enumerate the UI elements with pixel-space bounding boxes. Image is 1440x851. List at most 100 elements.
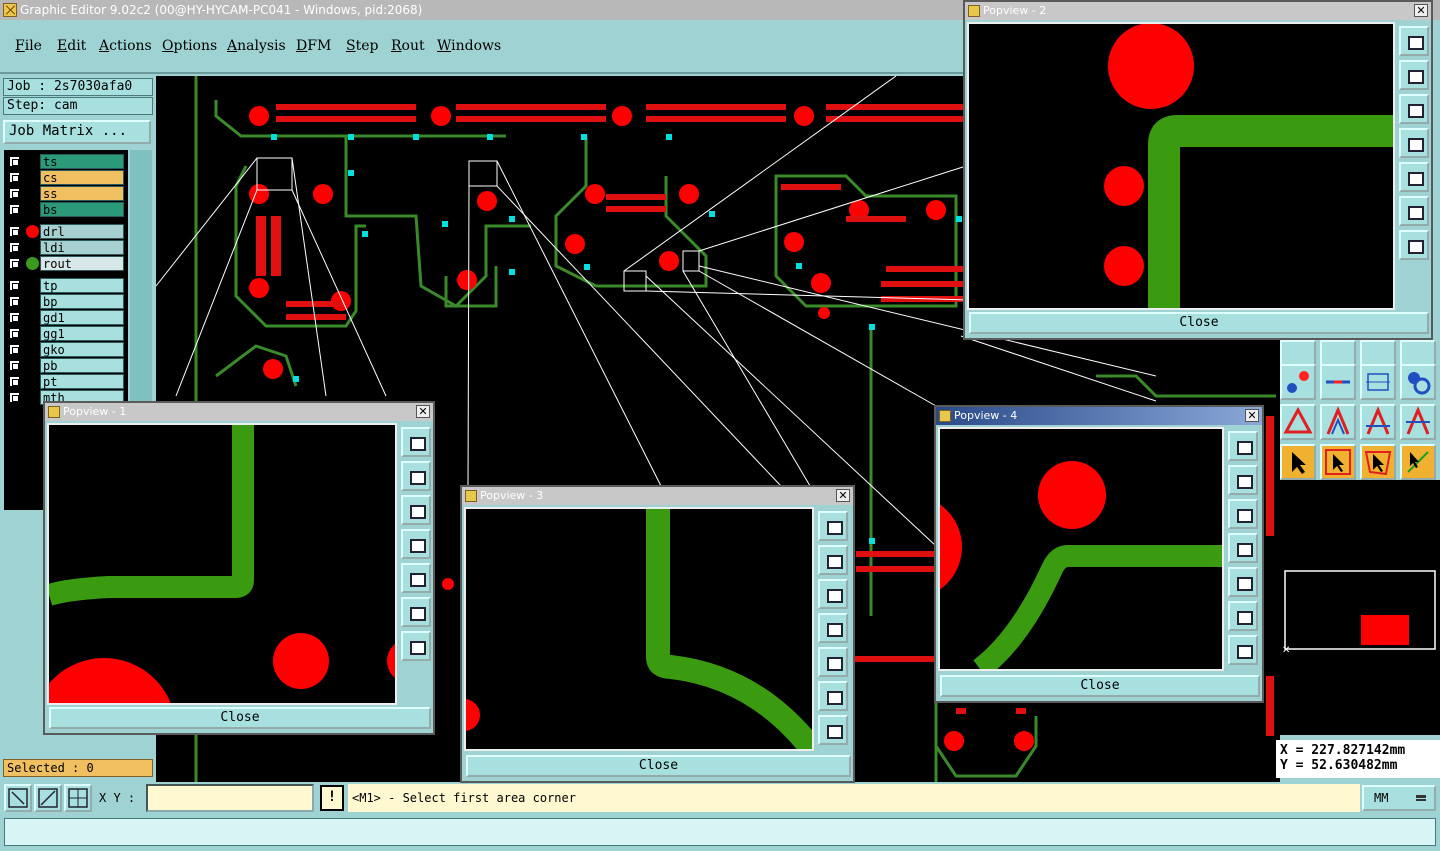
layer-checkbox[interactable] bbox=[9, 328, 20, 339]
popview-1-close-button[interactable]: Close bbox=[49, 707, 431, 729]
zoom-out-button[interactable] bbox=[401, 631, 431, 661]
tool-cross-button[interactable] bbox=[1400, 404, 1436, 440]
menu-actions[interactable]: Actions bbox=[99, 38, 152, 54]
layer-name[interactable]: ss bbox=[40, 186, 124, 201]
job-matrix-button[interactable]: Job Matrix ... bbox=[3, 120, 151, 144]
close-icon[interactable]: ✕ bbox=[836, 489, 850, 502]
layer-name[interactable]: gg1 bbox=[40, 326, 124, 341]
popview-2-close-button[interactable]: Close bbox=[969, 312, 1429, 334]
pan-down-button[interactable] bbox=[1228, 499, 1258, 529]
zoom-fit-button[interactable] bbox=[4, 784, 32, 812]
pan-down-button[interactable] bbox=[818, 579, 848, 609]
layer-name[interactable]: pb bbox=[40, 358, 124, 373]
tool-select-button[interactable] bbox=[1280, 444, 1316, 480]
tool-bridge-button[interactable] bbox=[1360, 404, 1396, 440]
tool-select-net-button[interactable] bbox=[1400, 444, 1436, 480]
pan-right-button[interactable] bbox=[401, 563, 431, 593]
layer-checkbox[interactable] bbox=[9, 258, 20, 269]
layer-row-cs[interactable]: cs bbox=[4, 170, 126, 185]
layer-name[interactable]: bp bbox=[40, 294, 124, 309]
tool-select-box-button[interactable] bbox=[1320, 444, 1356, 480]
popview-3-view[interactable] bbox=[464, 507, 814, 751]
layer-row-gg1[interactable]: gg1 bbox=[4, 326, 126, 341]
zoom-out-button[interactable] bbox=[818, 715, 848, 745]
layer-name[interactable]: bs bbox=[40, 202, 124, 217]
zoom-home-button[interactable] bbox=[818, 511, 848, 541]
tool-pad-button[interactable] bbox=[1280, 364, 1316, 400]
xy-input[interactable] bbox=[146, 784, 314, 812]
menu-edit[interactable]: Edit bbox=[57, 38, 86, 54]
layer-checkbox[interactable] bbox=[9, 296, 20, 307]
layer-name[interactable]: pt bbox=[40, 374, 124, 389]
minimap[interactable]: ✕ bbox=[1280, 480, 1440, 735]
layer-row-bs[interactable]: bs bbox=[4, 202, 126, 217]
zoom-out-button[interactable] bbox=[1399, 230, 1429, 260]
layer-checkbox[interactable] bbox=[9, 376, 20, 387]
zoom-in-button[interactable] bbox=[1228, 601, 1258, 631]
layer-row-ss[interactable]: ss bbox=[4, 186, 126, 201]
pan-right-button[interactable] bbox=[1228, 567, 1258, 597]
tool-group-button[interactable] bbox=[1400, 364, 1436, 400]
pan-up-button[interactable] bbox=[401, 461, 431, 491]
layer-name[interactable]: rout bbox=[40, 256, 124, 271]
zoom-home-button[interactable] bbox=[1228, 431, 1258, 461]
layer-checkbox[interactable] bbox=[9, 188, 20, 199]
layer-row-gko[interactable]: gko bbox=[4, 342, 126, 357]
tool-triangle-button[interactable] bbox=[1280, 404, 1316, 440]
layer-name[interactable]: gko bbox=[40, 342, 124, 357]
layer-name[interactable]: tp bbox=[40, 278, 124, 293]
layer-name[interactable]: cs bbox=[40, 170, 124, 185]
layer-row-ldi[interactable]: ldi bbox=[4, 240, 126, 255]
close-icon[interactable]: ✕ bbox=[416, 405, 430, 418]
pan-right-button[interactable] bbox=[1399, 162, 1429, 192]
menu-dfm[interactable]: DFM bbox=[296, 38, 331, 54]
pan-down-button[interactable] bbox=[401, 495, 431, 525]
grid-button[interactable] bbox=[64, 784, 92, 812]
layer-name[interactable]: drl bbox=[40, 224, 124, 239]
popview-1-titlebar[interactable]: Popview - 1 ✕ bbox=[45, 403, 433, 421]
popview-4-close-button[interactable]: Close bbox=[940, 675, 1260, 697]
zoom-area-button[interactable] bbox=[34, 784, 62, 812]
layer-row-gd1[interactable]: gd1 bbox=[4, 310, 126, 325]
tool-arc-button[interactable] bbox=[1320, 404, 1356, 440]
popview-4-titlebar[interactable]: Popview - 4 ✕ bbox=[936, 407, 1262, 425]
close-icon[interactable]: ✕ bbox=[1245, 409, 1259, 422]
pan-left-button[interactable] bbox=[401, 529, 431, 559]
units-select[interactable]: MM bbox=[1362, 785, 1436, 811]
layer-checkbox[interactable] bbox=[9, 392, 20, 403]
zoom-home-button[interactable] bbox=[1399, 26, 1429, 56]
layer-checkbox[interactable] bbox=[9, 344, 20, 355]
layer-name[interactable]: ts bbox=[40, 154, 124, 169]
pan-up-button[interactable] bbox=[1399, 60, 1429, 90]
layer-checkbox[interactable] bbox=[9, 242, 20, 253]
menu-windows[interactable]: Windows bbox=[437, 38, 501, 54]
layer-checkbox[interactable] bbox=[9, 360, 20, 371]
pan-left-button[interactable] bbox=[818, 613, 848, 643]
layer-row-tp[interactable]: tp bbox=[4, 278, 126, 293]
tool-line-button[interactable] bbox=[1320, 364, 1356, 400]
menu-options[interactable]: Options bbox=[162, 38, 217, 54]
layer-name[interactable]: gd1 bbox=[40, 310, 124, 325]
popview-3-close-button[interactable]: Close bbox=[466, 755, 851, 777]
layer-row-rout[interactable]: rout bbox=[4, 256, 126, 271]
menu-file[interactable]: File bbox=[15, 38, 42, 54]
menu-analysis[interactable]: Analysis bbox=[227, 38, 286, 54]
popview-4-view[interactable] bbox=[938, 427, 1224, 671]
zoom-in-button[interactable] bbox=[1399, 196, 1429, 226]
popview-2-view[interactable] bbox=[967, 22, 1395, 310]
close-icon[interactable]: ✕ bbox=[1414, 4, 1428, 17]
layer-checkbox[interactable] bbox=[9, 280, 20, 291]
layer-row-drl[interactable]: drl bbox=[4, 224, 126, 239]
zoom-in-button[interactable] bbox=[818, 681, 848, 711]
pan-left-button[interactable] bbox=[1399, 128, 1429, 158]
tool-select-poly-button[interactable] bbox=[1360, 444, 1396, 480]
layer-checkbox[interactable] bbox=[9, 226, 20, 237]
popview-2-titlebar[interactable]: Popview - 2 ✕ bbox=[965, 2, 1431, 20]
menu-rout[interactable]: Rout bbox=[391, 38, 425, 54]
zoom-home-button[interactable] bbox=[401, 427, 431, 457]
popview-1-view[interactable] bbox=[47, 423, 397, 705]
layer-row-pt[interactable]: pt bbox=[4, 374, 126, 389]
menu-step[interactable]: Step bbox=[346, 38, 378, 54]
pan-left-button[interactable] bbox=[1228, 533, 1258, 563]
zoom-in-button[interactable] bbox=[401, 597, 431, 627]
